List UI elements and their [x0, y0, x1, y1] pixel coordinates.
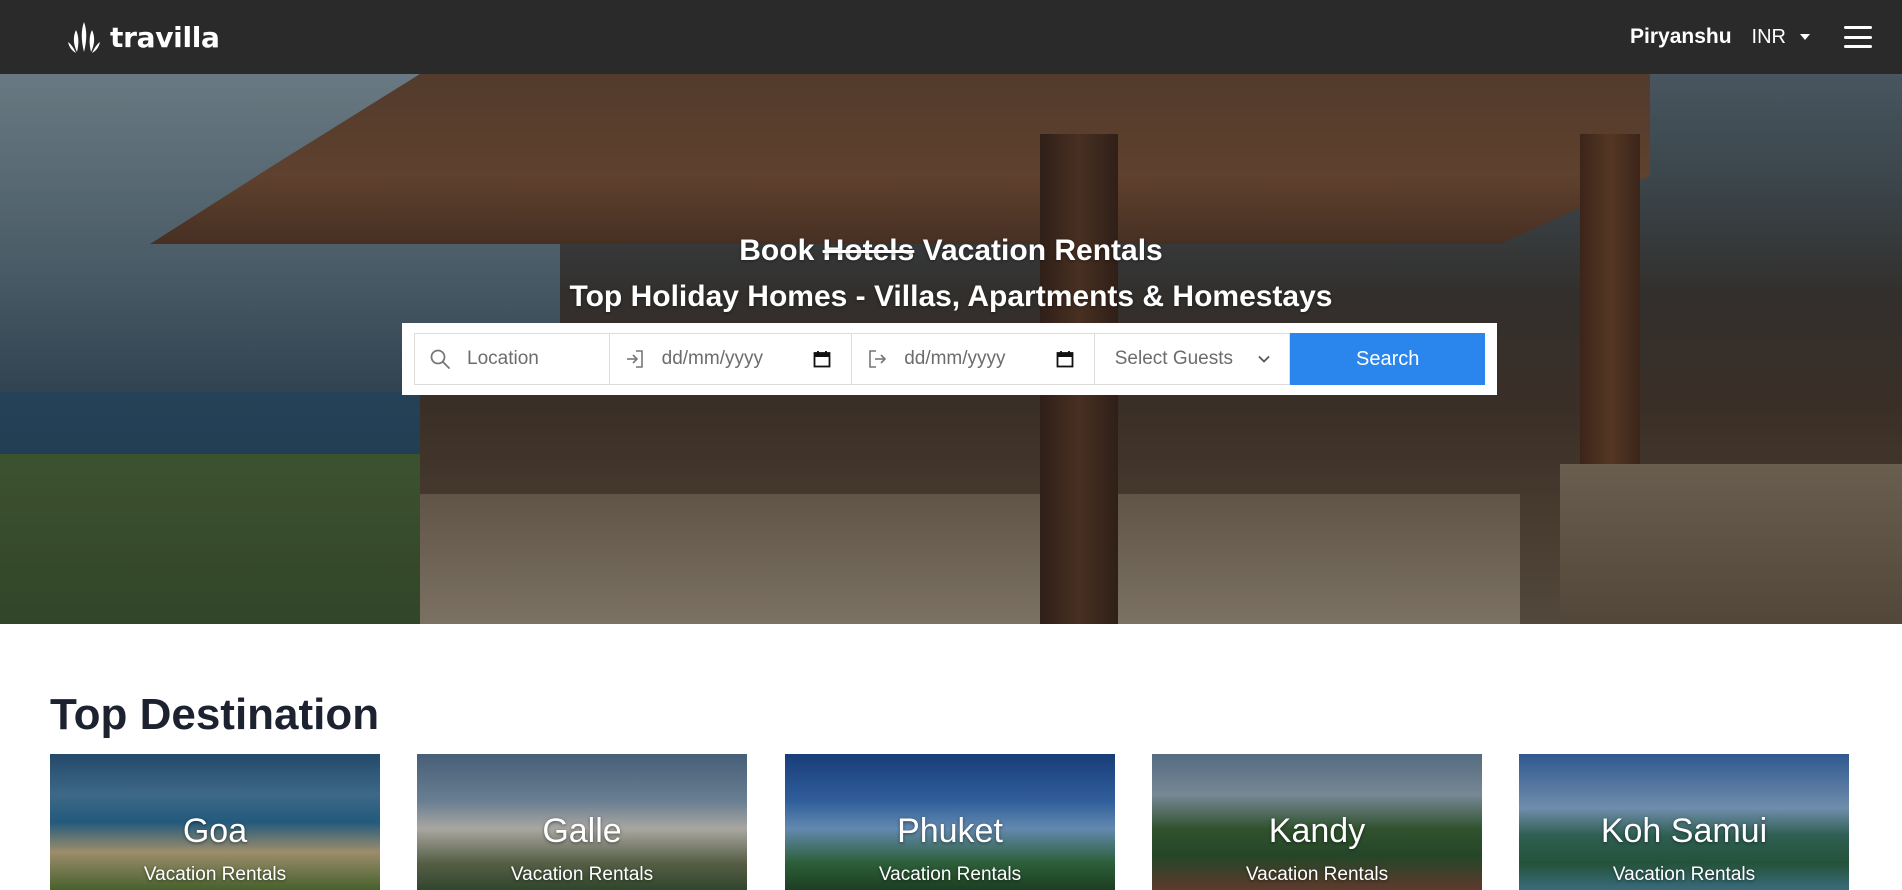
hero-banner: Book Hotels Vacation Rentals Top Holiday… [0, 74, 1902, 624]
sign-in-icon [626, 350, 643, 368]
checkout-input[interactable]: dd/mm/yyyy [904, 348, 1005, 370]
destination-name: Phuket [897, 812, 1003, 850]
user-menu[interactable]: Piryanshu [1630, 25, 1732, 49]
location-field[interactable]: Location [414, 333, 610, 385]
destination-subtitle: Vacation Rentals [510, 864, 654, 885]
menu-bar [1844, 35, 1872, 39]
calendar-icon[interactable] [813, 350, 831, 368]
sign-out-icon [869, 350, 887, 368]
destination-subtitle: Vacation Rentals [878, 864, 1022, 885]
destination-subtitle: Vacation Rentals [1612, 864, 1756, 885]
checkin-input[interactable]: dd/mm/yyyy [662, 348, 763, 370]
hero-subtitle: Top Holiday Homes - Villas, Apartments &… [569, 280, 1333, 313]
hero-title-suffix: Vacation Rentals [922, 234, 1163, 267]
destination-card-phuket[interactable]: Phuket Vacation Rentals [785, 754, 1115, 890]
checkout-field[interactable]: dd/mm/yyyy [852, 333, 1095, 385]
checkin-field[interactable]: dd/mm/yyyy [609, 333, 853, 385]
menu-bar [1844, 45, 1872, 48]
destination-name: Goa [182, 812, 248, 850]
calendar-icon[interactable] [1056, 350, 1074, 368]
destination-card-kandy[interactable]: Kandy Vacation Rentals [1152, 754, 1482, 890]
destination-name: Galle [542, 812, 622, 850]
destination-subtitle: Vacation Rentals [1245, 864, 1389, 885]
navbar: travilla Piryanshu INR [0, 0, 1902, 74]
brand-logo[interactable]: travilla [64, 18, 220, 56]
nav-right: Piryanshu INR [1630, 25, 1872, 49]
caret-down-icon [1800, 34, 1810, 40]
brand-name: travilla [110, 20, 220, 54]
menu-bar [1844, 26, 1872, 29]
hamburger-menu-icon[interactable] [1844, 26, 1872, 48]
search-icon [430, 349, 450, 369]
search-button[interactable]: Search [1290, 333, 1486, 385]
travilla-logo-icon [68, 22, 100, 53]
search-form: Location dd/mm/yyyy dd/mm/yyyy Select Gu… [402, 323, 1497, 395]
destination-name: Koh Samui [1600, 812, 1768, 850]
guests-label: Select Guests [1114, 348, 1234, 369]
section-title: Top Destination [50, 690, 380, 739]
guests-select[interactable]: Select Guests [1094, 333, 1291, 385]
location-input[interactable]: Location [467, 348, 539, 370]
destination-card-goa[interactable]: Goa Vacation Rentals [50, 754, 380, 890]
currency-selector[interactable]: INR [1752, 26, 1810, 49]
destination-list: Goa Vacation Rentals Galle Vacation Rent… [50, 754, 1850, 890]
currency-label: INR [1751, 25, 1786, 48]
destination-name: Kandy [1268, 812, 1366, 850]
hero-title: Book Hotels Vacation Rentals [0, 234, 1902, 268]
hero-title-prefix: Book [739, 234, 815, 267]
destination-subtitle: Vacation Rentals [143, 864, 287, 885]
destination-card-galle[interactable]: Galle Vacation Rentals [417, 754, 747, 890]
chevron-down-icon [1258, 355, 1271, 363]
hero-title-struck: Hotels [822, 234, 915, 267]
destination-card-koh-samui[interactable]: Koh Samui Vacation Rentals [1519, 754, 1849, 890]
